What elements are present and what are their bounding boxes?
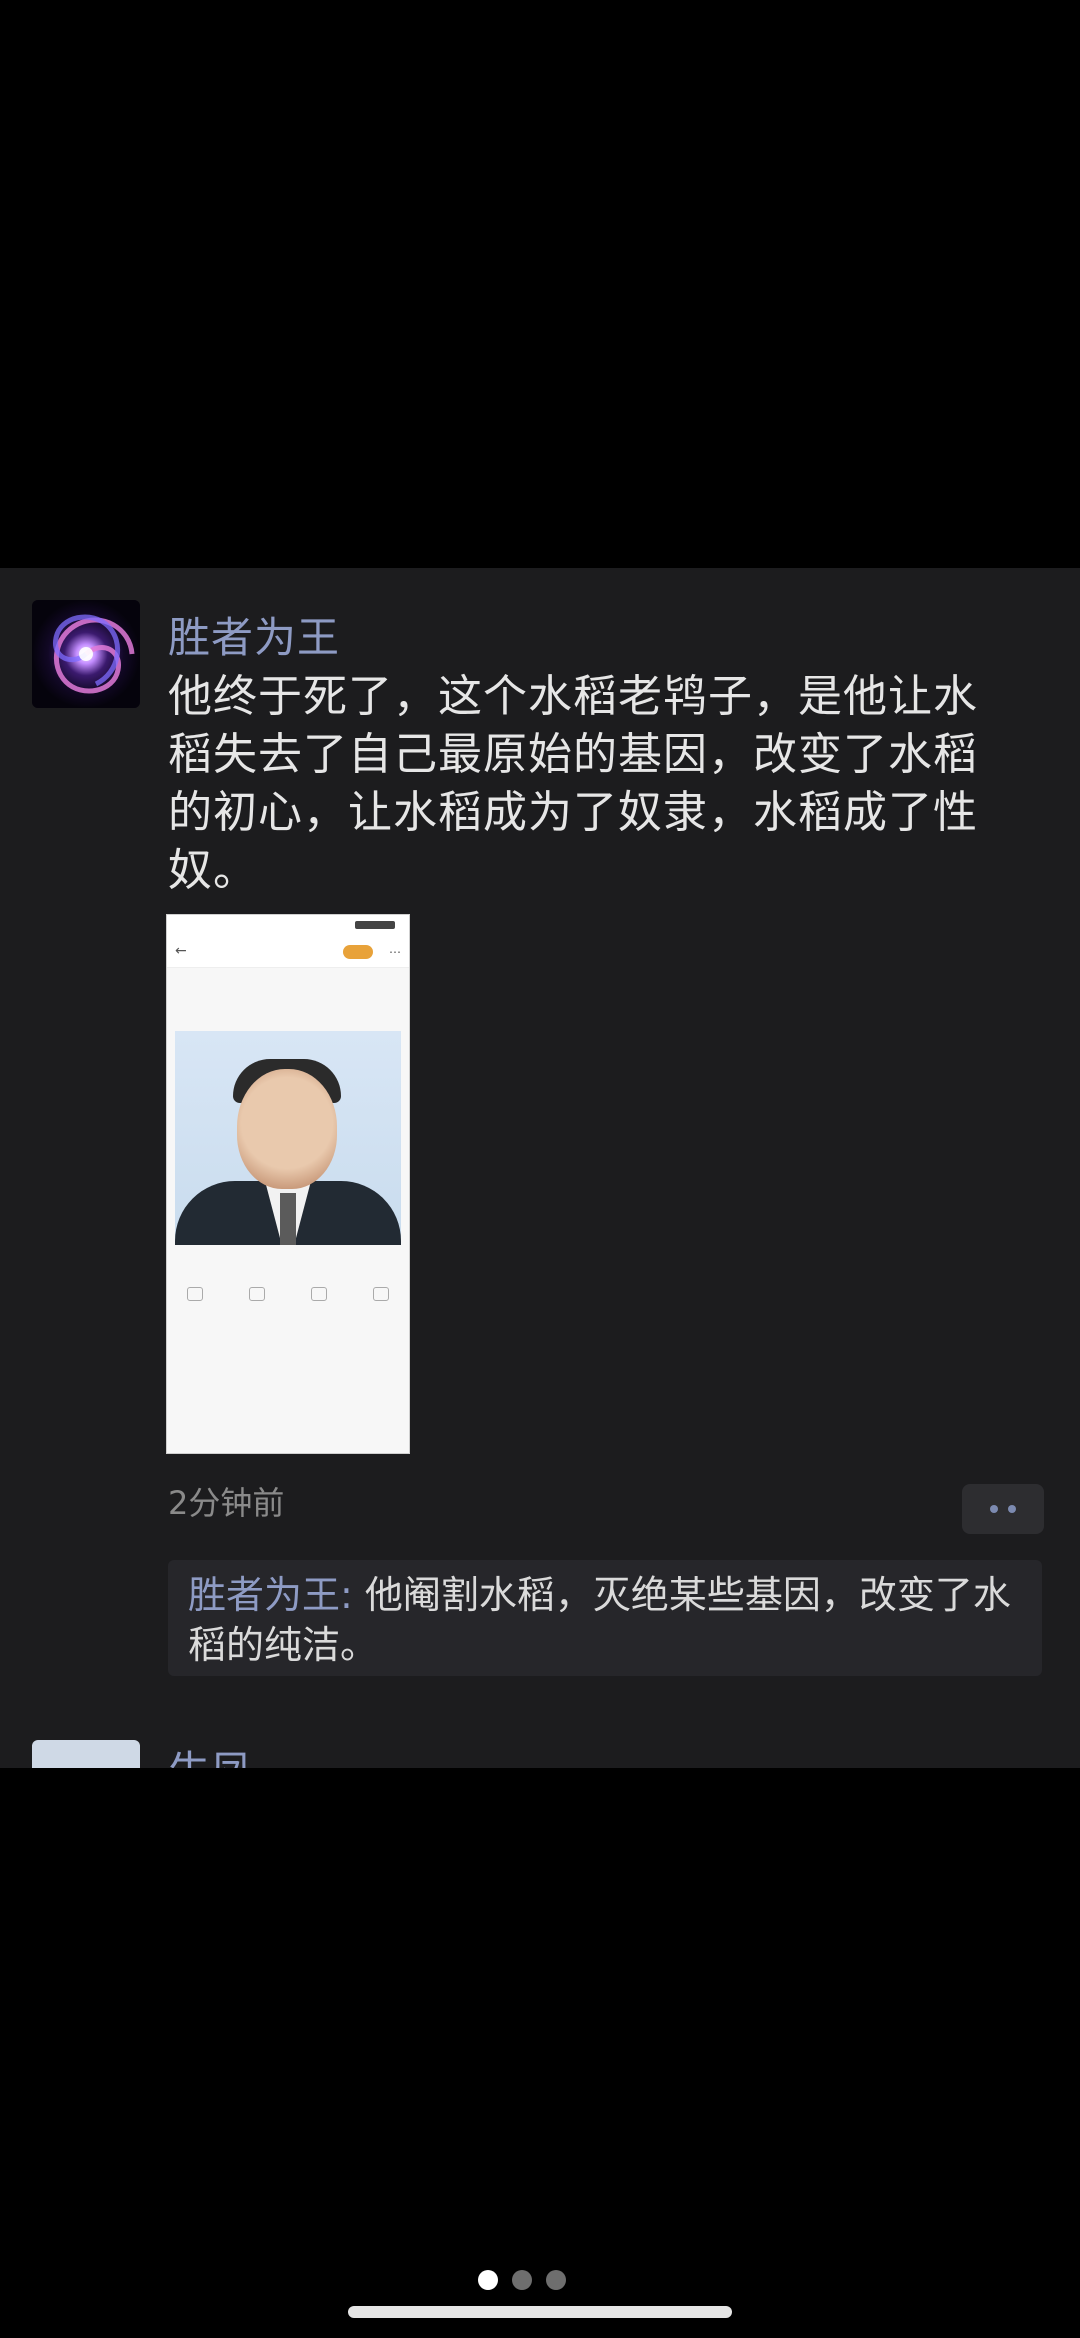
post-timestamp: 2分钟前 <box>168 1484 285 1522</box>
thumb-follow-badge <box>343 945 373 959</box>
comment-text: 胜者为王: 他阉割水稻，灭绝某些基因，改变了水稻的纯洁。 <box>188 1570 1026 1670</box>
next-post-username[interactable]: 牛凤 <box>168 1738 252 1768</box>
two-dots-icon <box>990 1505 998 1513</box>
user-avatar[interactable] <box>32 600 140 708</box>
thumb-portrait-photo <box>175 1031 401 1245</box>
thumb-status-bar <box>167 915 409 939</box>
page-dot[interactable] <box>478 2270 498 2290</box>
home-indicator-bar[interactable] <box>348 2306 732 2318</box>
more-options-button[interactable] <box>962 1484 1044 1534</box>
page-indicator <box>478 2268 602 2292</box>
post-image-thumbnail[interactable]: ← ⋯ <box>166 914 410 1454</box>
post-username[interactable]: 胜者为王 <box>168 604 340 665</box>
post-text: 他终于死了，这个水稻老鸨子，是他让水稻失去了自己最原始的基因，改变了水稻的初心，… <box>168 671 978 896</box>
thumb-nav-bar: ← ⋯ <box>167 939 409 968</box>
page-dot[interactable] <box>546 2270 566 2290</box>
post-card: 胜者为王 他终于死了，这个水稻老鸨子，是他让水稻失去了自己最原始的基因，改变了水… <box>0 568 1080 1768</box>
next-post-avatar[interactable] <box>32 1740 140 1768</box>
page-dot[interactable] <box>512 2270 532 2290</box>
thumb-more-icon: ⋯ <box>389 945 401 959</box>
comment-box: 胜者为王: 他阉割水稻，灭绝某些基因，改变了水稻的纯洁。 <box>168 1560 1042 1676</box>
galaxy-swirl-icon <box>32 600 140 708</box>
comment-author[interactable]: 胜者为王: <box>188 1573 353 1617</box>
thumb-action-icons <box>167 1275 409 1315</box>
thumb-back-icon: ← <box>175 943 187 959</box>
two-dots-icon <box>1008 1505 1016 1513</box>
